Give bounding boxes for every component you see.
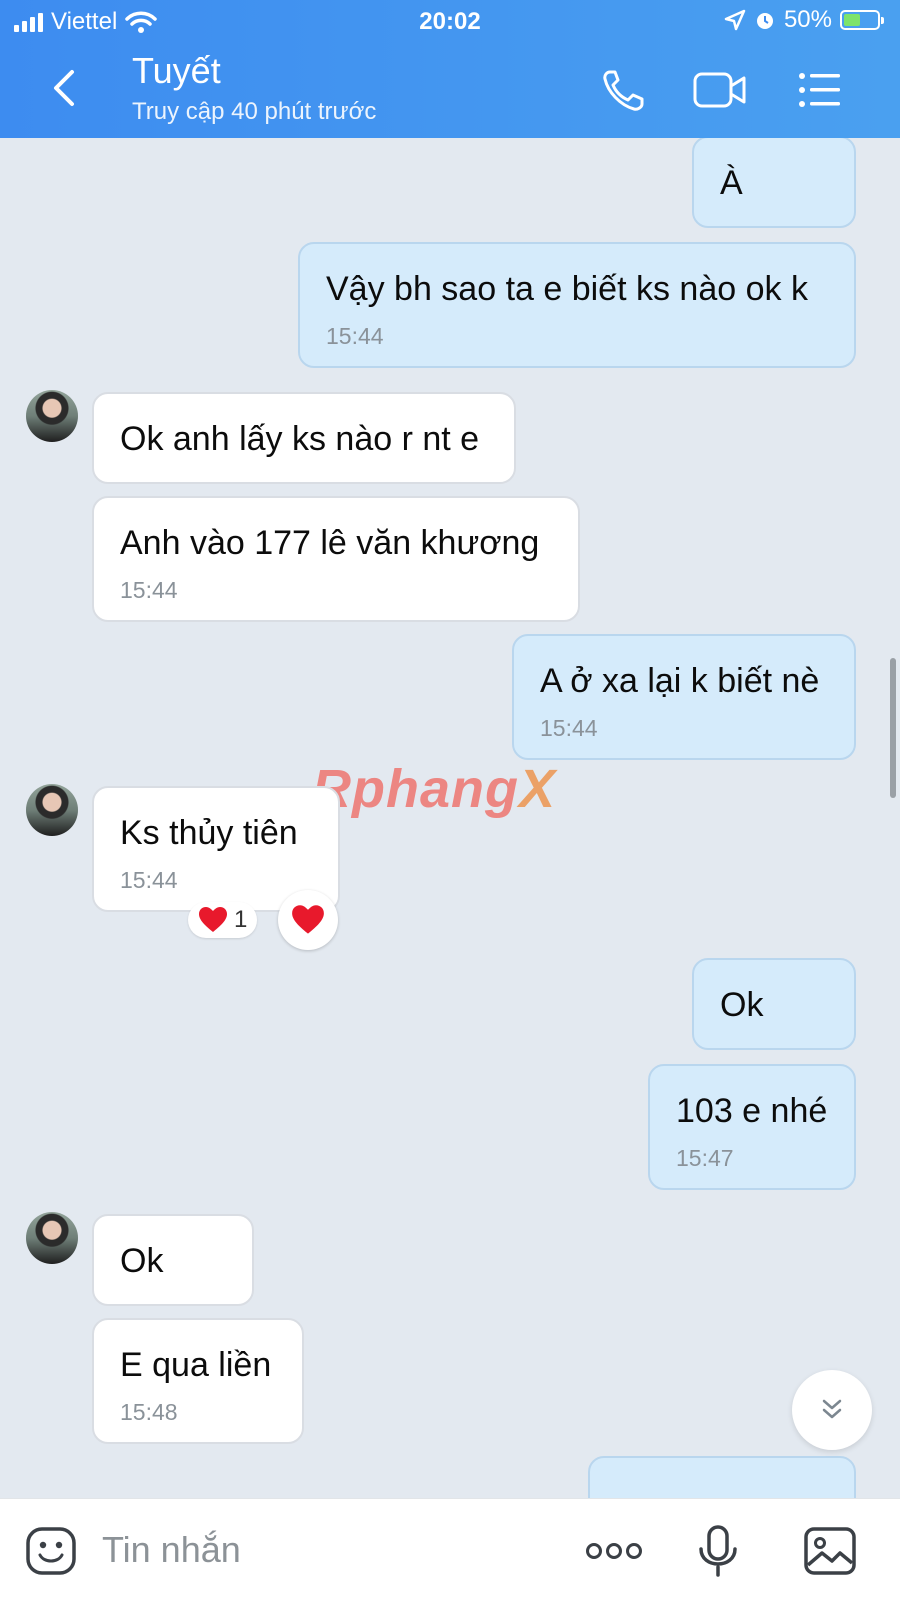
message-time: 15:44	[326, 323, 384, 349]
avatar[interactable]	[26, 390, 78, 442]
more-dots-icon[interactable]	[584, 1523, 644, 1579]
location-icon	[724, 9, 746, 31]
chat-header: Viettel 20:02 50% Tuyết Truy cập 40 phút…	[0, 0, 900, 138]
double-chevron-down-icon	[822, 1399, 842, 1419]
message-text: E qua liền	[120, 1346, 272, 1384]
contact-status: Truy cập 40 phút trước	[132, 98, 377, 125]
battery-fill	[844, 14, 860, 26]
message-list[interactable]: À Vậy bh sao ta e biết ks nào ok k 15:44…	[0, 138, 900, 1498]
list-menu-icon[interactable]	[796, 66, 844, 114]
message-time: 15:44	[120, 867, 178, 893]
message-composer: Tin nhắn	[0, 1498, 900, 1601]
video-camera-icon[interactable]	[692, 66, 748, 114]
emoji-icon[interactable]	[24, 1523, 80, 1579]
image-icon[interactable]	[802, 1523, 858, 1579]
heart-icon	[292, 905, 324, 934]
message-bubble-outgoing[interactable]	[588, 1456, 856, 1498]
battery-icon	[840, 10, 884, 30]
watermark-text-accent: X	[518, 759, 557, 819]
chevron-left-icon[interactable]	[44, 66, 88, 110]
message-time: 15:48	[120, 1399, 178, 1425]
react-button[interactable]	[278, 890, 338, 950]
message-bubble-outgoing[interactable]: 103 e nhé 15:47	[648, 1064, 856, 1190]
message-bubble-incoming[interactable]: Ok anh lấy ks nào r nt e	[92, 392, 516, 484]
contact-name[interactable]: Tuyết	[132, 50, 221, 92]
message-text: Anh vào 177 lê văn khương	[120, 524, 540, 562]
message-input[interactable]: Tin nhắn	[102, 1529, 241, 1571]
scroll-to-bottom-button[interactable]	[792, 1370, 872, 1450]
message-bubble-incoming[interactable]: E qua liền 15:48	[92, 1318, 304, 1444]
message-text: Ok	[120, 1242, 164, 1280]
battery-percent: 50%	[783, 6, 832, 33]
reaction-count: 1	[234, 906, 248, 933]
message-time: 15:44	[540, 715, 598, 741]
reaction-summary[interactable]: 1	[188, 902, 258, 938]
watermark-logo: RphangX	[312, 758, 556, 820]
avatar[interactable]	[26, 784, 78, 836]
avatar[interactable]	[26, 1212, 78, 1264]
status-right: 50%	[724, 6, 884, 34]
message-bubble-incoming[interactable]: Anh vào 177 lê văn khương 15:44	[92, 496, 580, 622]
message-text: Ok	[720, 986, 764, 1024]
message-bubble-incoming[interactable]: Ok	[92, 1214, 254, 1306]
scrollbar[interactable]	[890, 658, 896, 798]
message-bubble-outgoing[interactable]: Vậy bh sao ta e biết ks nào ok k 15:44	[298, 242, 856, 368]
message-bubble-outgoing[interactable]: À	[692, 138, 856, 228]
message-text: 103 e nhé	[676, 1092, 828, 1130]
message-text: Ok anh lấy ks nào r nt e	[120, 420, 480, 458]
alarm-icon	[756, 13, 773, 29]
message-time: 15:47	[676, 1145, 734, 1171]
phone-icon[interactable]	[600, 66, 648, 114]
microphone-icon[interactable]	[690, 1523, 746, 1579]
message-bubble-outgoing[interactable]: A ở xa lại k biết nè 15:44	[512, 634, 856, 760]
status-bar: Viettel 20:02 50%	[0, 0, 900, 44]
message-text: À	[720, 164, 743, 202]
message-text: Vậy bh sao ta e biết ks nào ok k	[326, 270, 808, 308]
message-time: 15:44	[120, 577, 178, 603]
message-bubble-outgoing[interactable]: Ok	[692, 958, 856, 1050]
heart-icon	[199, 907, 227, 932]
watermark-text-main: Rphang	[312, 759, 519, 819]
message-text: A ở xa lại k biết nè	[540, 662, 820, 700]
message-text: Ks thủy tiên	[120, 814, 298, 852]
